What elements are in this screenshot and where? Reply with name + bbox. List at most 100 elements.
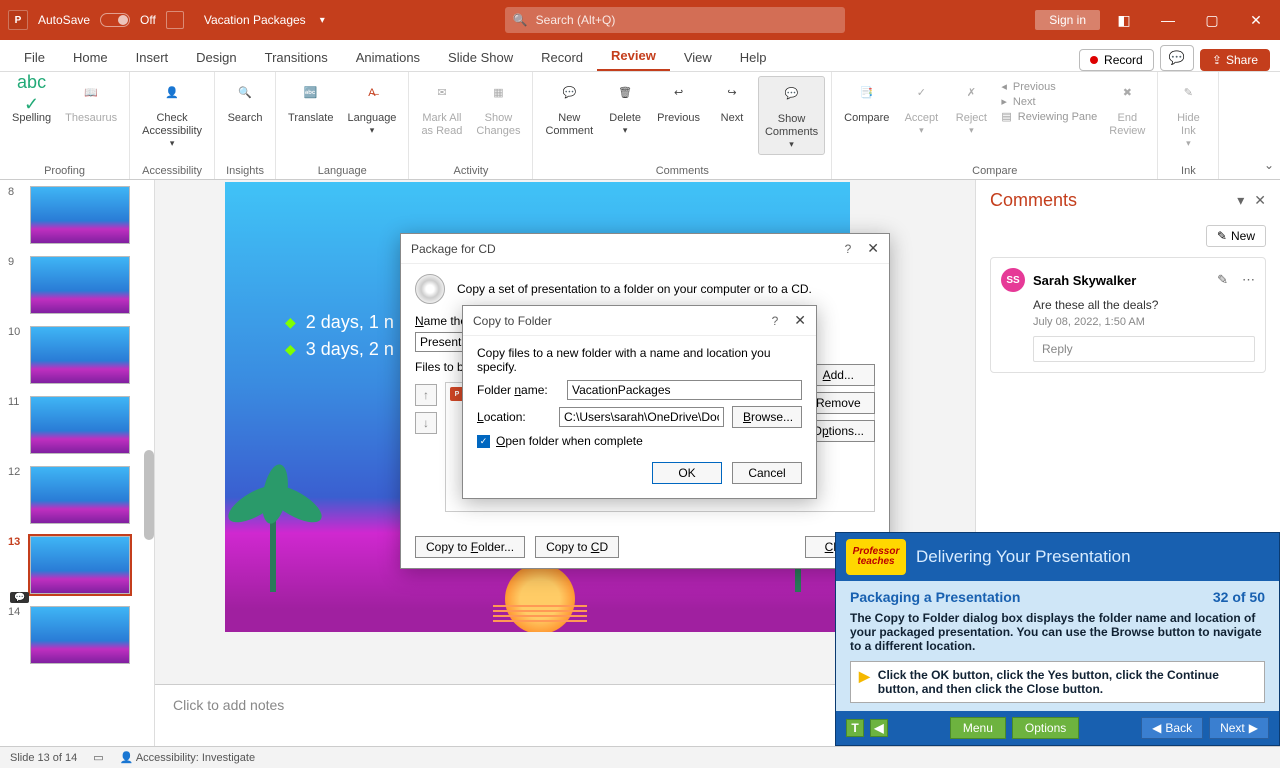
slide-counter[interactable]: Slide 13 of 14: [10, 752, 77, 764]
show-comments-button[interactable]: 💬Show Comments▾: [758, 76, 825, 155]
ribbon-display-icon[interactable]: ◧: [1104, 0, 1144, 40]
new-comment-pane-button[interactable]: ✎New: [1206, 225, 1266, 247]
tutor-prev-small-button[interactable]: ◀: [870, 719, 888, 737]
accept-button[interactable]: ✓Accept▾: [897, 76, 945, 140]
location-input[interactable]: [559, 407, 724, 427]
thumbnail-12[interactable]: 12: [0, 460, 154, 530]
tutor-menu-button[interactable]: Menu: [950, 717, 1006, 739]
tab-slideshow[interactable]: Slide Show: [434, 44, 527, 71]
search-button[interactable]: 🔍Search: [221, 76, 269, 129]
mark-read-icon: ✉: [428, 80, 456, 108]
share-button[interactable]: ⇪Share: [1200, 49, 1270, 71]
document-title[interactable]: Vacation Packages: [204, 13, 306, 27]
end-review-button[interactable]: ✖End Review: [1103, 76, 1151, 142]
tutor-overlay: Professor teaches Delivering Your Presen…: [835, 532, 1280, 746]
thesaurus-button[interactable]: 📖Thesaurus: [59, 76, 123, 129]
move-up-button[interactable]: ↑: [415, 384, 437, 406]
move-down-button[interactable]: ↓: [415, 412, 437, 434]
copy-to-folder-button[interactable]: Copy to Folder...: [415, 536, 525, 558]
tab-design[interactable]: Design: [182, 44, 250, 71]
reject-button[interactable]: ✗Reject▾: [947, 76, 995, 140]
thumbnail-scrollbar[interactable]: [144, 450, 154, 540]
delete-comment-button[interactable]: 🗑Delete▾: [601, 76, 649, 140]
next-comment-button[interactable]: ↪Next: [708, 76, 756, 129]
minimize-button[interactable]: —: [1148, 0, 1188, 40]
tutor-options-button[interactable]: Options: [1012, 717, 1079, 739]
tab-transitions[interactable]: Transitions: [251, 44, 342, 71]
tab-insert[interactable]: Insert: [122, 44, 183, 71]
translate-icon: 🔤: [297, 80, 325, 108]
tab-view[interactable]: View: [670, 44, 726, 71]
help-icon[interactable]: ?: [845, 242, 852, 256]
tab-home[interactable]: Home: [59, 44, 122, 71]
mark-all-read-button[interactable]: ✉Mark All as Read: [415, 76, 468, 142]
thumbnail-9[interactable]: 9: [0, 250, 154, 320]
reply-input[interactable]: Reply: [1033, 336, 1255, 362]
open-folder-checkbox[interactable]: ✓ Open folder when complete: [477, 434, 802, 448]
spelling-button[interactable]: abc✓Spelling: [6, 76, 57, 129]
tab-review[interactable]: Review: [597, 42, 670, 71]
group-proofing: Proofing: [6, 161, 123, 179]
help-icon[interactable]: ?: [772, 314, 779, 328]
copy-desc: Copy files to a new folder with a name a…: [477, 346, 802, 374]
close-window-button[interactable]: ✕: [1236, 0, 1276, 40]
thumbnail-13[interactable]: 13💬: [0, 530, 154, 600]
accessibility-icon: 👤: [158, 80, 186, 108]
chevron-down-icon[interactable]: ▾: [320, 15, 325, 26]
professor-teaches-logo: Professor teaches: [846, 539, 906, 575]
maximize-button[interactable]: ▢: [1192, 0, 1232, 40]
new-comment-button[interactable]: 💬New Comment: [539, 76, 599, 142]
translate-button[interactable]: 🔤Translate: [282, 76, 339, 129]
tab-animations[interactable]: Animations: [342, 44, 434, 71]
ok-button[interactable]: OK: [652, 462, 722, 484]
tutor-topics-button[interactable]: T: [846, 719, 864, 737]
tutor-next-button[interactable]: Next▶: [1209, 717, 1269, 739]
show-changes-icon: ▦: [484, 80, 512, 108]
thumbnail-14[interactable]: 14: [0, 600, 154, 670]
thumbnail-11[interactable]: 11: [0, 390, 154, 460]
close-icon[interactable]: ✕: [867, 240, 879, 257]
sun-reflection: [485, 602, 595, 632]
show-changes-button[interactable]: ▦Show Changes: [470, 76, 526, 142]
check-accessibility-button[interactable]: 👤Check Accessibility▾: [136, 76, 208, 153]
accessibility-status[interactable]: 👤 Accessibility: Investigate: [120, 751, 255, 764]
tab-record[interactable]: Record: [527, 44, 597, 71]
comment-menu-icon[interactable]: ⋯: [1242, 272, 1255, 288]
collapse-ribbon-icon[interactable]: ⌄: [1264, 158, 1274, 172]
search-box[interactable]: 🔍 Search (Alt+Q): [505, 7, 845, 33]
browse-button[interactable]: Browse...: [732, 406, 802, 428]
record-button[interactable]: Record: [1079, 49, 1154, 71]
end-review-icon: ✖: [1113, 80, 1141, 108]
previous-change-button[interactable]: ◂Previous: [1001, 80, 1097, 93]
comments-toggle-icon[interactable]: 💬: [1160, 45, 1194, 71]
next-change-button[interactable]: ▸Next: [1001, 95, 1097, 108]
cancel-button[interactable]: Cancel: [732, 462, 802, 484]
close-icon[interactable]: ✕: [794, 312, 806, 329]
pane-close-icon[interactable]: ✕: [1254, 192, 1266, 209]
palm-left: [225, 432, 335, 592]
avatar: SS: [1001, 268, 1025, 292]
tab-help[interactable]: Help: [726, 44, 781, 71]
autosave-toggle[interactable]: [100, 13, 130, 27]
copy-to-cd-button[interactable]: Copy to CD: [535, 536, 619, 558]
tab-file[interactable]: File: [10, 44, 59, 71]
sign-in-button[interactable]: Sign in: [1035, 10, 1100, 30]
tutor-body: The Copy to Folder dialog box displays t…: [850, 611, 1265, 653]
save-icon[interactable]: [166, 11, 184, 29]
reviewing-pane-button[interactable]: ▤Reviewing Pane: [1001, 110, 1097, 123]
tutor-back-button[interactable]: ◀Back: [1141, 717, 1203, 739]
edit-comment-icon[interactable]: ✎: [1217, 272, 1228, 288]
notes-status-icon[interactable]: ▭: [93, 751, 103, 764]
language-button[interactable]: A̶Language▾: [341, 76, 402, 140]
share-icon: ⇪: [1212, 53, 1222, 67]
accept-icon: ✓: [907, 80, 935, 108]
thumbnail-8[interactable]: 8: [0, 180, 154, 250]
compare-button[interactable]: 📑Compare: [838, 76, 895, 129]
hide-ink-button[interactable]: ✎Hide Ink▾: [1164, 76, 1212, 153]
pane-options-icon[interactable]: ▾: [1237, 192, 1244, 209]
thumbnail-10[interactable]: 10: [0, 320, 154, 390]
folder-name-input[interactable]: [567, 380, 802, 400]
previous-comment-button[interactable]: ↩Previous: [651, 76, 706, 129]
comment-author: Sarah Skywalker: [1033, 273, 1203, 288]
folder-name-label: Folder name:: [477, 383, 559, 397]
